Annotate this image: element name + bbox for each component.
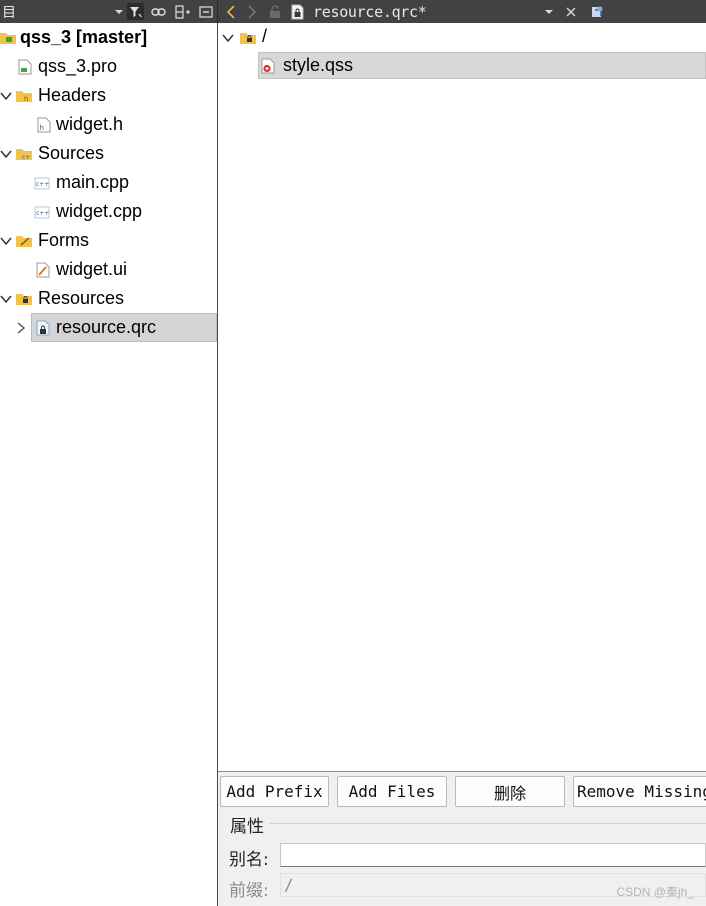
- collapsed-chevron-icon[interactable]: [15, 322, 27, 334]
- expanded-chevron-icon[interactable]: [0, 148, 12, 160]
- pro-file-icon: [18, 59, 32, 75]
- svg-text:h: h: [40, 124, 44, 132]
- header-file-icon: h: [37, 117, 51, 133]
- alias-label: 别名:: [229, 850, 269, 870]
- close-document-icon[interactable]: [562, 3, 579, 20]
- view-dropdown-icon[interactable]: [110, 3, 127, 20]
- split-editor-icon[interactable]: [588, 3, 605, 20]
- forms-folder-icon: [16, 236, 32, 247]
- add-prefix-button[interactable]: Add Prefix: [220, 776, 329, 807]
- svg-text:c+: c+: [22, 154, 30, 161]
- delete-button[interactable]: 删除: [455, 776, 565, 807]
- headers-folder-row[interactable]: h Headers: [0, 81, 217, 110]
- tree-item-label: widget.ui: [56, 259, 128, 279]
- remove-missing-files-button[interactable]: Remove Missing Files: [573, 776, 706, 807]
- pro-file-label: qss_3.pro: [38, 56, 118, 76]
- widget-ui-row[interactable]: widget.ui: [0, 255, 217, 284]
- resource-qrc-row[interactable]: resource.qrc: [0, 313, 217, 342]
- resource-file-row[interactable]: style.qss: [258, 52, 706, 79]
- expanded-chevron-icon[interactable]: [0, 90, 12, 102]
- tree-item-label: widget.h: [56, 114, 124, 134]
- sources-folder-icon: c+: [16, 149, 32, 161]
- properties-group-title: 属性: [230, 817, 264, 837]
- link-with-editor-icon[interactable]: [150, 3, 167, 20]
- main-cpp-row[interactable]: c++ main.cpp: [0, 168, 217, 197]
- resources-folder-icon: [16, 294, 32, 305]
- qrc-file-icon: [36, 320, 50, 336]
- document-dropdown-icon[interactable]: [540, 3, 557, 20]
- headers-folder-label: Headers: [38, 85, 107, 105]
- resources-folder-label: Resources: [38, 288, 125, 308]
- sources-folder-row[interactable]: c+ Sources: [0, 139, 217, 168]
- watermark: CSDN @秦jh_: [616, 885, 694, 899]
- projects-toolbar: 目: [0, 0, 217, 23]
- svg-text:h: h: [24, 95, 28, 103]
- prefix-label[interactable]: /: [262, 26, 267, 47]
- project-root-label: qss_3 [master]: [20, 27, 148, 47]
- close-sidebar-icon[interactable]: [197, 3, 214, 20]
- project-tree: qss_3 [master] qss_3.pro h Headers h wid…: [0, 23, 217, 906]
- expanded-chevron-icon[interactable]: [0, 235, 12, 247]
- tree-item-label: resource.qrc: [56, 317, 157, 337]
- resource-file-label: style.qss: [283, 55, 354, 75]
- svg-text:c++: c++: [36, 181, 49, 188]
- projects-view-title[interactable]: 目: [2, 2, 16, 22]
- split-view-icon[interactable]: [174, 3, 191, 20]
- tree-item-label: widget.cpp: [56, 201, 143, 221]
- project-folder-icon: [0, 33, 16, 44]
- prefix-folder-icon: [240, 33, 256, 44]
- resource-editor: / style.qss: [218, 23, 706, 771]
- cpp-file-icon: c++: [34, 177, 50, 190]
- filter-icon[interactable]: [127, 3, 144, 20]
- editor-toolbar: resource.qrc*: [218, 0, 706, 23]
- back-arrow-icon[interactable]: [222, 3, 239, 20]
- stylesheet-file-icon: [261, 58, 275, 74]
- pro-file-row[interactable]: qss_3.pro: [0, 52, 217, 81]
- widget-h-row[interactable]: h widget.h: [0, 110, 217, 139]
- add-files-button[interactable]: Add Files: [337, 776, 447, 807]
- alias-input[interactable]: [280, 843, 706, 867]
- forms-folder-label: Forms: [38, 230, 89, 250]
- prefix-field-label: 前缀:: [229, 881, 269, 901]
- project-root-row[interactable]: qss_3 [master]: [0, 23, 217, 52]
- svg-text:c++: c++: [36, 210, 49, 217]
- resource-properties-panel: Add Prefix Add Files 删除 Remove Missing F…: [218, 771, 706, 906]
- group-divider: [270, 823, 706, 824]
- top-toolbar: 目 resource.qrc*: [0, 0, 706, 23]
- expanded-chevron-icon[interactable]: [222, 32, 234, 44]
- open-document-name[interactable]: resource.qrc*: [313, 3, 427, 21]
- forms-folder-row[interactable]: Forms: [0, 226, 217, 255]
- expanded-chevron-icon[interactable]: [0, 293, 12, 305]
- tree-item-label: main.cpp: [56, 172, 130, 192]
- lock-icon[interactable]: [266, 3, 283, 20]
- widget-cpp-row[interactable]: c++ widget.cpp: [0, 197, 217, 226]
- resources-folder-row[interactable]: Resources: [0, 284, 217, 313]
- ui-file-icon: [36, 262, 50, 278]
- forward-arrow-icon[interactable]: [243, 3, 260, 20]
- cpp-file-icon: c++: [34, 206, 50, 219]
- qrc-file-icon: [289, 3, 306, 20]
- headers-folder-icon: h: [16, 91, 32, 103]
- sources-folder-label: Sources: [38, 143, 105, 163]
